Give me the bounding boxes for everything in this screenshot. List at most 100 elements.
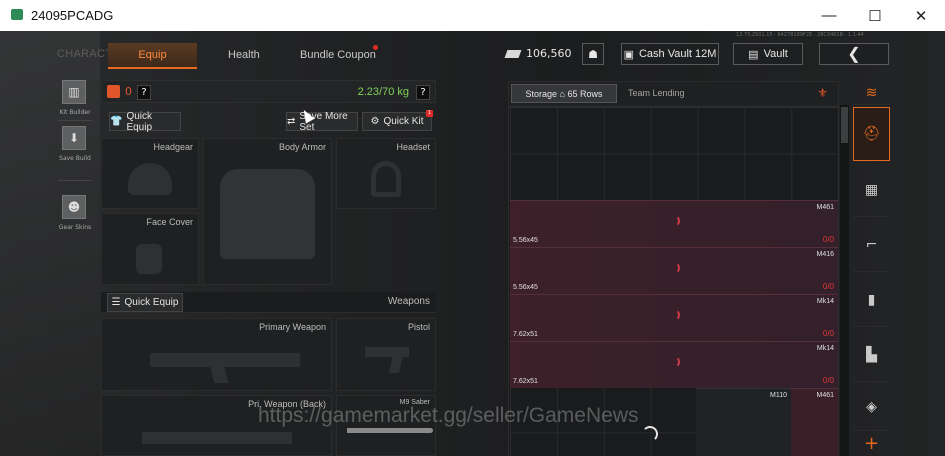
item-name: M110 — [770, 392, 787, 399]
money-value: 106,560 — [526, 47, 572, 60]
body-armor-slot[interactable]: Body Armor — [203, 138, 332, 285]
category-magazine-button[interactable]: ▮ — [853, 273, 890, 327]
ammo-count: 0/0 — [822, 282, 834, 291]
game-viewport: CHARACTER Equip Health Bundle Coupon 13.… — [0, 31, 945, 456]
weapons-label: Weapons — [387, 296, 430, 307]
gear-skins-button[interactable]: ☻ — [62, 195, 86, 219]
ammo-name: M461 — [816, 204, 834, 211]
vault-icon: ▤ — [748, 48, 759, 61]
rifle-mag-icon — [209, 365, 229, 383]
list-icon: ☰ — [111, 297, 121, 308]
gas-mask-icon — [136, 244, 162, 274]
weapon-item-m110[interactable]: M110 — [696, 388, 791, 456]
tab-team-lending[interactable]: Team Lending — [628, 84, 685, 103]
build-info-text: 13.73.2501.15 · 8427B189F2E · 28C3461B ·… — [736, 32, 864, 38]
rifle-back-icon — [142, 432, 292, 444]
weapons-quick-equip-button[interactable]: ☰ Quick Equip — [107, 293, 183, 312]
back-arrow-icon: ❮ — [847, 46, 861, 63]
cash-vault-label: Cash Vault 12M — [638, 48, 717, 60]
ammo-item-m461[interactable]: M461 — [791, 388, 838, 456]
rifle-icon — [150, 353, 300, 367]
headgear-label: Headgear — [153, 142, 193, 152]
tab-storage[interactable]: Storage ⌂ 65 Rows — [511, 84, 617, 103]
storage-rows: 65 Rows — [567, 89, 603, 99]
pistol-slot[interactable]: Pistol — [336, 318, 436, 391]
vault-label: Vault — [763, 48, 788, 60]
face-cover-label: Face Cover — [146, 217, 193, 227]
money-display: 106,560 — [504, 43, 572, 65]
vault-button[interactable]: ▤ Vault — [733, 43, 803, 65]
save-more-set-button[interactable]: ⇄ Save More Set — [286, 111, 358, 133]
headset-icon — [371, 161, 401, 197]
download-icon: ⬇ — [68, 131, 80, 145]
body-armor-label: Body Armor — [278, 142, 326, 152]
sort-icon[interactable]: ⚜ — [817, 86, 828, 100]
add-category-button[interactable]: + — [853, 431, 890, 455]
ammo-name: M416 — [816, 251, 834, 258]
bag-help-button[interactable]: ? — [137, 85, 151, 100]
bag-count: 0 — [125, 85, 132, 98]
quick-kit-label: Quick Kit — [383, 116, 424, 127]
box-icon: ◈ — [866, 398, 877, 415]
close-button[interactable]: ✕ — [898, 0, 944, 31]
ammo-item[interactable]: Mk14 7.62x51 0/0 — [510, 341, 838, 388]
home-icon: ⌂ — [559, 89, 565, 99]
tab-bundle-coupon[interactable]: Bundle Coupon — [300, 43, 376, 67]
category-vest-button[interactable]: ▦ — [853, 163, 890, 217]
app-icon — [11, 9, 23, 20]
maximize-button[interactable]: ☐ — [852, 0, 898, 31]
storage-tab-label: Storage — [525, 89, 558, 99]
back-button[interactable]: ❮ — [819, 43, 889, 65]
pistol-grip-icon — [389, 355, 403, 373]
cash-vault-button[interactable]: ▣ Cash Vault 12M — [621, 43, 719, 65]
rifle-icon: ⌐ — [865, 236, 878, 253]
medkit-icon: ▙ — [866, 346, 877, 363]
people-icon: ☗ — [588, 48, 598, 61]
window-titlebar: 24095PCADG — ☐ ✕ — [0, 0, 945, 31]
layers-icon: ≋ — [865, 84, 878, 101]
headset-slot[interactable]: Headset — [336, 138, 436, 209]
ammo-caliber: 7.62x51 — [513, 378, 538, 385]
category-sidebar: ≋ ⛑ ▦ ⌐ ▮ ▙ ◈ + — [853, 81, 890, 456]
storage-tabs: Storage ⌂ 65 Rows Team Lending ⚜ — [509, 82, 838, 107]
tab-equip[interactable]: Equip — [108, 43, 197, 69]
category-rifle-button[interactable]: ⌐ — [853, 218, 890, 272]
ammo-item[interactable]: Mk14 7.62x51 0/0 — [510, 294, 838, 341]
ammo-count: 0/0 — [822, 235, 834, 244]
scrollbar-thumb[interactable] — [841, 107, 848, 143]
kit-builder-button[interactable]: ▥ — [62, 80, 86, 104]
ammo-caliber: 5.56x45 — [513, 237, 538, 244]
storage-panel: Storage ⌂ 65 Rows Team Lending ⚜ M461 5.… — [508, 81, 839, 456]
loading-spinner-icon — [668, 309, 680, 321]
loading-spinner-icon — [668, 356, 680, 368]
save-build-button[interactable]: ⬇ — [62, 126, 86, 150]
bag-icon — [107, 85, 120, 98]
item-name: M461 — [816, 392, 834, 399]
category-all-button[interactable]: ≋ — [853, 81, 890, 105]
quick-equip-button[interactable]: 👕 Quick Equip — [109, 111, 181, 133]
divider — [58, 180, 92, 181]
pistol-label: Pistol — [407, 322, 430, 332]
category-medical-button[interactable]: ▙ — [853, 328, 890, 382]
category-helmet-button[interactable]: ⛑ — [853, 107, 890, 161]
face-cover-slot[interactable]: Face Cover — [101, 213, 199, 285]
headgear-slot[interactable]: Headgear — [101, 138, 199, 209]
primary-weapon-slot[interactable]: Primary Weapon — [101, 318, 332, 391]
minimize-button[interactable]: — — [806, 0, 852, 31]
mask-icon: ☻ — [67, 200, 81, 214]
ammo-item[interactable]: M416 5.56x45 0/0 — [510, 247, 838, 294]
weight-help-button[interactable]: ? — [416, 85, 430, 100]
knife-icon — [347, 428, 433, 433]
tab-health[interactable]: Health — [228, 43, 260, 67]
kit-builder-label: Kit Builder — [59, 109, 91, 116]
quick-kit-button[interactable]: ⚙ Quick Kit — [362, 112, 432, 131]
storage-scrollbar[interactable] — [840, 105, 849, 456]
vault-card-icon: ▣ — [623, 48, 634, 61]
friends-button[interactable]: ☗ — [582, 43, 604, 65]
shirt-icon: 👕 — [110, 116, 123, 127]
save-build-label: Save Build — [59, 155, 91, 162]
category-misc-button[interactable]: ◈ — [853, 383, 890, 431]
weapons-section-bar: ☰ Quick Equip Weapons — [101, 292, 436, 313]
ammo-item[interactable]: M461 5.56x45 0/0 — [510, 200, 838, 247]
ammo-caliber: 7.62x51 — [513, 331, 538, 338]
